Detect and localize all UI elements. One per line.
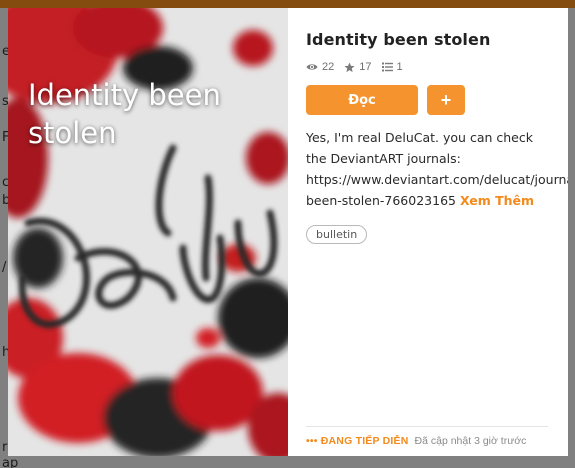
story-stats: 22 17 1	[306, 61, 568, 73]
description-line: https://www.deviantart.com/delucat/journ…	[306, 172, 568, 187]
read-button[interactable]: Đọc	[306, 85, 418, 115]
eye-icon	[306, 64, 318, 70]
status-badge: ••• ĐANG TIẾP DIỄN	[306, 435, 409, 447]
description-line: the DeviantART journals:	[306, 151, 461, 166]
list-icon	[381, 62, 393, 72]
add-to-list-button[interactable]: +	[427, 85, 465, 115]
parts-stat: 1	[381, 61, 403, 73]
tag-chip[interactable]: bulletin	[306, 225, 368, 244]
story-footer: ••• ĐANG TIẾP DIỄN Đã cập nhật 3 giờ trư…	[306, 426, 548, 447]
see-more-link[interactable]: Xem Thêm	[460, 193, 534, 208]
tag-list: bulletin	[306, 225, 568, 244]
description-line: Yes, I'm real DeluCat. you can check	[306, 130, 533, 145]
story-description: Yes, I'm real DeluCat. you can check the…	[306, 127, 568, 211]
story-preview-modal: Identity been stolen Identity been stole…	[8, 8, 568, 456]
story-actions: Đọc +	[306, 85, 568, 115]
story-details: Identity been stolen 22 17 1 Đọc + Yes, …	[288, 8, 568, 456]
description-line: been-stolen-766023165	[306, 193, 456, 208]
story-title[interactable]: Identity been stolen	[306, 30, 568, 49]
cover-title: Identity been stolen	[28, 78, 221, 150]
updated-time: Đã cập nhật 3 giờ trước	[414, 435, 527, 447]
description-last-line: been-stolen-766023165 Xem Thêm	[306, 190, 568, 211]
reads-stat: 22	[306, 61, 334, 73]
reads-count: 22	[322, 61, 335, 73]
parts-count: 1	[396, 61, 403, 73]
votes-count: 17	[359, 61, 372, 73]
votes-stat: 17	[344, 61, 372, 73]
star-icon	[344, 61, 355, 72]
story-cover-image[interactable]: Identity been stolen	[8, 8, 288, 456]
